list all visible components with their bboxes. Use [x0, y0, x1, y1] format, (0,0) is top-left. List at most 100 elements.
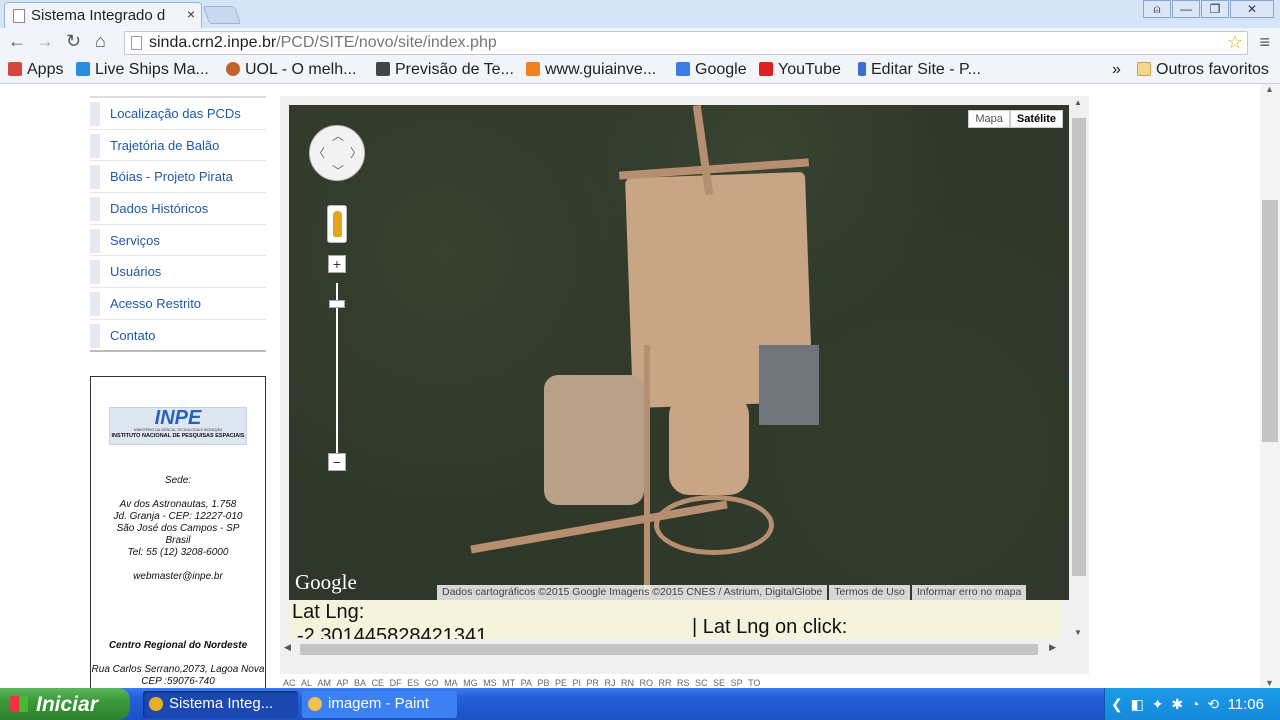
start-button[interactable]: Iniciar [0, 688, 130, 720]
address-line: Brasil [165, 535, 191, 546]
state-link-ba[interactable]: BA [354, 678, 366, 688]
bookmark-star-icon[interactable]: ☆ [1227, 32, 1243, 53]
state-link-pr[interactable]: PR [587, 678, 600, 688]
windows-logo-icon [10, 696, 28, 712]
satellite-map[interactable]: Mapa Satélite ︿ ﹀ 〈 〉 + − Google Dados c… [289, 105, 1069, 600]
state-link-to[interactable]: TO [748, 678, 760, 688]
state-link-al[interactable]: AL [301, 678, 312, 688]
report-error-link[interactable]: Informar erro no mapa [911, 585, 1027, 600]
state-link-es[interactable]: ES [407, 678, 419, 688]
scroll-down-icon[interactable]: ▼ [1265, 678, 1274, 688]
state-link-ap[interactable]: AP [337, 678, 349, 688]
pan-left-icon[interactable]: 〈 [313, 144, 325, 161]
nav-usuarios[interactable]: Usuários [90, 256, 266, 289]
tray-icons[interactable]: ❮ ◧ ✦ ✱ ◔ ⟲ [1111, 696, 1221, 713]
browser-tab[interactable]: Sistema Integrado d × [4, 2, 202, 28]
pan-right-icon[interactable]: 〉 [350, 144, 362, 161]
gray-area [759, 345, 819, 425]
state-link-pi[interactable]: PI [572, 678, 581, 688]
scroll-down-icon[interactable]: ▼ [1074, 628, 1082, 637]
home-icon[interactable]: ⌂ [95, 31, 106, 52]
user-icon[interactable]: ⍝ [1143, 0, 1171, 18]
bookmark-editar-site[interactable]: Editar Site - P... [858, 61, 981, 79]
email-link[interactable]: webmaster@inpe.br [91, 571, 265, 583]
tab-close-icon[interactable]: × [187, 6, 195, 22]
bookmark-google[interactable]: Google [676, 61, 747, 79]
bookmark-youtube[interactable]: YouTube [759, 61, 841, 79]
task-paint[interactable]: imagem - Paint [302, 691, 457, 718]
scroll-up-icon[interactable]: ▲ [1265, 84, 1274, 94]
bookmark-uol[interactable]: UOL - O melh... [226, 61, 356, 79]
inner-horizontal-scrollbar[interactable]: ◀ ▶ [280, 641, 1060, 657]
state-link-go[interactable]: GO [425, 678, 439, 688]
new-tab-button[interactable] [202, 6, 242, 24]
menu-icon[interactable]: ≡ [1259, 32, 1270, 53]
inner-vertical-scrollbar[interactable]: ▲ ▼ [1070, 96, 1087, 641]
bookmark-guiainvest[interactable]: www.guiainve... [526, 61, 656, 79]
close-window-button[interactable]: ✕ [1230, 0, 1274, 18]
bookmarks-overflow-icon[interactable]: » [1112, 61, 1121, 79]
scroll-right-icon[interactable]: ▶ [1049, 642, 1056, 653]
state-link-ma[interactable]: MA [444, 678, 458, 688]
state-link-ce[interactable]: CE [372, 678, 385, 688]
state-link-rs[interactable]: RS [677, 678, 690, 688]
scroll-up-icon[interactable]: ▲ [1074, 98, 1082, 107]
nav-dados-historicos[interactable]: Dados Históricos [90, 193, 266, 225]
bookmark-live-ships[interactable]: Live Ships Ma... [76, 61, 209, 79]
pan-up-icon[interactable]: ︿ [332, 127, 344, 144]
restore-button[interactable]: ❐ [1201, 0, 1229, 18]
scroll-thumb[interactable] [300, 644, 1038, 655]
state-link-mg[interactable]: MG [463, 678, 478, 688]
state-link-pe[interactable]: PE [555, 678, 567, 688]
zoom-in-button[interactable]: + [328, 255, 346, 273]
zoom-out-button[interactable]: − [328, 453, 346, 471]
road [644, 345, 650, 595]
nav-acesso-restrito[interactable]: Acesso Restrito [90, 288, 266, 320]
system-tray: ❮ ◧ ✦ ✱ ◔ ⟲ 11:06 [1104, 688, 1280, 720]
pan-control[interactable]: ︿ ﹀ 〈 〉 [309, 125, 365, 181]
state-link-se[interactable]: SE [713, 678, 725, 688]
url-host: sinda.crn2.inpe.br [149, 34, 277, 51]
bookmark-apps[interactable]: Apps [8, 61, 63, 79]
scroll-thumb[interactable] [1072, 118, 1086, 576]
state-link-ms[interactable]: MS [483, 678, 497, 688]
scroll-thumb[interactable] [1262, 200, 1278, 442]
state-link-pa[interactable]: PA [521, 678, 532, 688]
reload-icon[interactable]: ↻ [66, 31, 81, 52]
bookmark-previsao[interactable]: Previsão de Te... [376, 61, 514, 79]
state-link-ac[interactable]: AC [283, 678, 296, 688]
bookmark-other-favorites[interactable]: Outros favoritos [1137, 61, 1269, 79]
back-icon[interactable]: ← [8, 31, 26, 52]
state-link-df[interactable]: DF [390, 678, 402, 688]
address-bar[interactable]: sinda.crn2.inpe.br/PCD/SITE/novo/site/in… [124, 31, 1248, 55]
terms-link[interactable]: Termos de Uso [829, 585, 910, 600]
state-link-mt[interactable]: MT [502, 678, 515, 688]
address-line: São José dos Campos - SP [116, 523, 240, 534]
scroll-left-icon[interactable]: ◀ [284, 642, 291, 653]
address-line: Av dos Astronautas, 1.758 [119, 499, 237, 510]
state-link-ro[interactable]: RO [640, 678, 654, 688]
zoom-slider-handle[interactable] [329, 300, 345, 308]
pan-down-icon[interactable]: ﹀ [332, 162, 344, 179]
task-chrome[interactable]: Sistema Integ... [143, 691, 298, 718]
state-link-am[interactable]: AM [318, 678, 332, 688]
map-type-satelite[interactable]: Satélite [1009, 110, 1063, 128]
state-link-sc[interactable]: SC [695, 678, 708, 688]
state-link-rr[interactable]: RR [659, 678, 672, 688]
state-link-pb[interactable]: PB [537, 678, 549, 688]
state-link-sp[interactable]: SP [731, 678, 743, 688]
nav-localizacao[interactable]: Localização das PCDs [90, 98, 266, 130]
zoom-slider-track[interactable] [336, 283, 338, 461]
nav-trajetoria[interactable]: Trajetória de Balão [90, 130, 266, 162]
forward-icon[interactable]: → [36, 31, 54, 52]
state-link-rj[interactable]: RJ [605, 678, 616, 688]
nav-contato[interactable]: Contato [90, 320, 266, 352]
street-view-pegman-icon[interactable] [327, 205, 347, 243]
nav-servicos[interactable]: Serviços [90, 225, 266, 257]
minimize-button[interactable]: — [1172, 0, 1200, 18]
nav-boias[interactable]: Bóias - Projeto Pirata [90, 161, 266, 194]
map-type-mapa[interactable]: Mapa [968, 110, 1010, 128]
title-bar: Sistema Integrado d × ⍝ — ❐ ✕ [0, 0, 1280, 28]
page-vertical-scrollbar[interactable]: ▲ ▼ [1260, 84, 1280, 688]
state-link-rn[interactable]: RN [621, 678, 634, 688]
